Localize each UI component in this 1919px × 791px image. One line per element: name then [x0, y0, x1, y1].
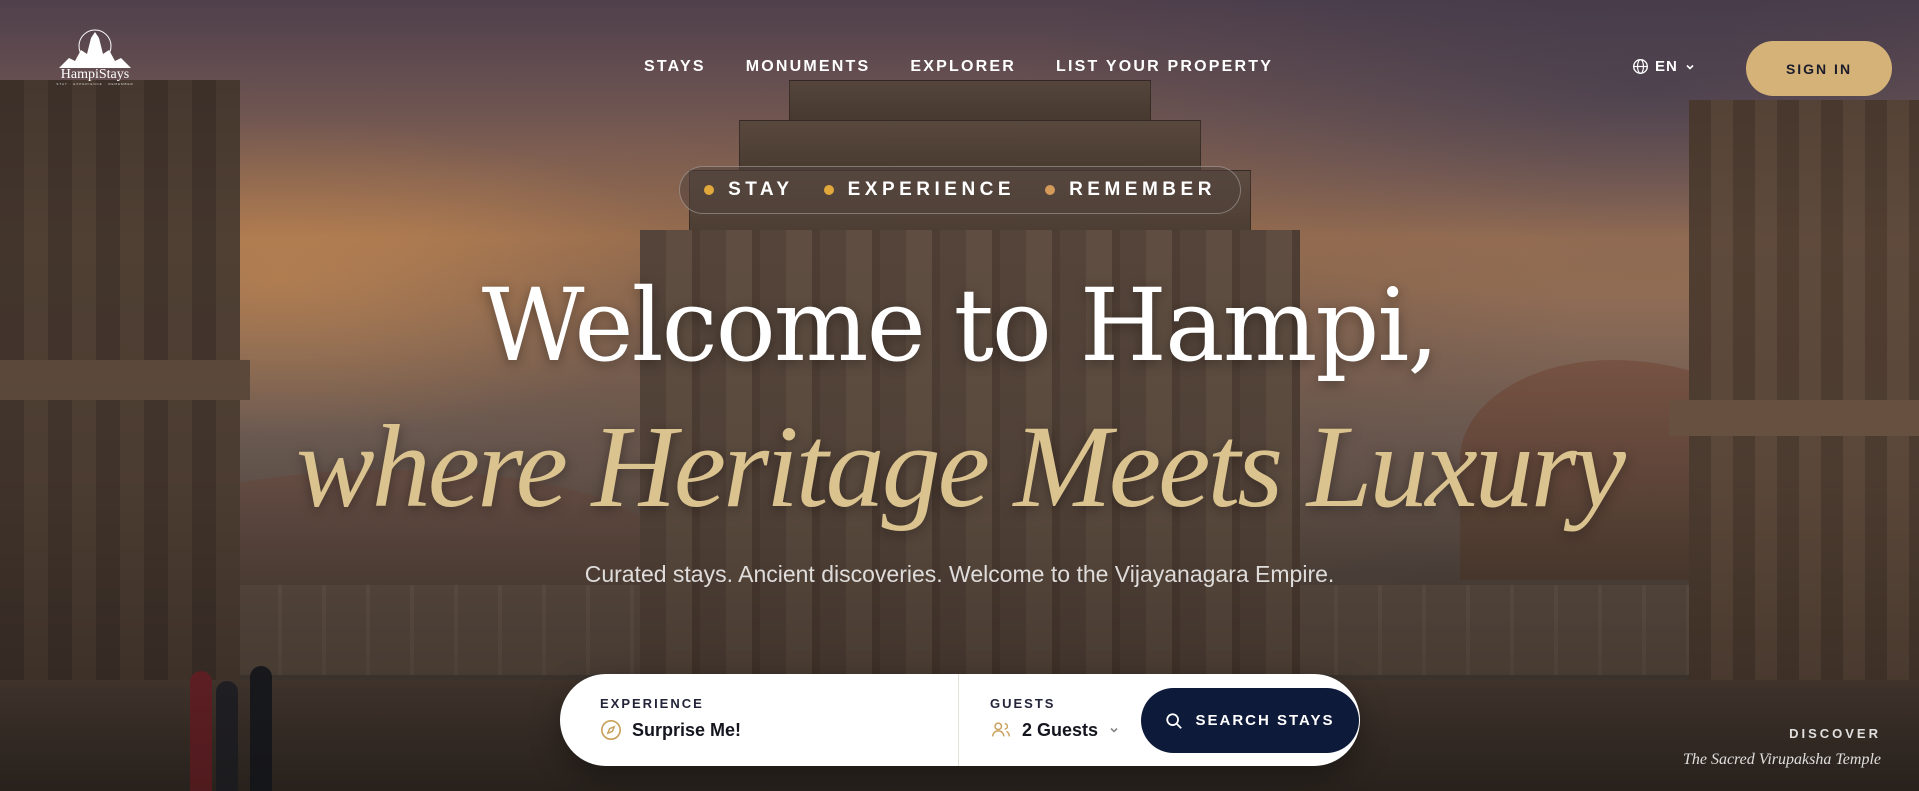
nav-list-your-property[interactable]: LIST YOUR PROPERTY — [1056, 58, 1273, 76]
temple-silhouette-logo — [59, 29, 131, 68]
chevron-down-icon — [1686, 64, 1694, 70]
compass-icon — [601, 720, 621, 740]
search-bar: EXPERIENCE Surprise Me! GUESTS 2 Guests — [560, 674, 1360, 766]
guests-field[interactable]: GUESTS 2 Guests — [990, 696, 1120, 741]
globe-icon — [1633, 59, 1648, 74]
discover-title: The Sacred Virupaksha Temple — [1682, 751, 1881, 768]
sign-in-button[interactable]: SIGN IN — [1746, 41, 1892, 96]
discover-kicker: DISCOVER — [1789, 726, 1881, 741]
field-divider — [958, 674, 959, 766]
pill-item: STAY — [704, 179, 794, 201]
chevron-down-icon — [1110, 727, 1118, 733]
experience-field[interactable]: EXPERIENCE Surprise Me! — [600, 696, 741, 741]
experience-label: EXPERIENCE — [600, 696, 704, 711]
search-button-label: SEARCH STAYS — [1195, 712, 1335, 729]
hero-overlay — [0, 0, 1919, 791]
brand-logo[interactable]: HampiStays STAY · EXPERIENCE · REMEMBER — [50, 28, 140, 98]
guests-value: 2 Guests — [1022, 719, 1099, 740]
pill-label: REMEMBER — [1069, 179, 1216, 200]
hero-subtitle: Curated stays. Ancient discoveries. Welc… — [584, 561, 1335, 587]
pill-label: EXPERIENCE — [847, 179, 1016, 200]
language-value: EN — [1655, 58, 1678, 75]
pill-label: STAY — [728, 179, 794, 200]
main-nav: STAYS MONUMENTS EXPLORER LIST YOUR PROPE… — [644, 58, 1273, 76]
brand-tagline: STAY · EXPERIENCE · REMEMBER — [56, 82, 134, 86]
pill-item: REMEMBER — [1045, 179, 1216, 201]
discover-caption[interactable]: DISCOVER The Sacred Virupaksha Temple — [1683, 726, 1881, 769]
hero-title-accent: where Heritage Meets Luxury — [296, 401, 1626, 532]
language-selector[interactable]: EN — [1632, 58, 1696, 75]
dot-icon — [704, 185, 715, 195]
search-icon — [1166, 712, 1183, 729]
dot-icon — [1045, 185, 1056, 195]
users-icon — [992, 722, 1010, 737]
experience-value: Surprise Me! — [632, 719, 742, 740]
hero-background — [0, 0, 1919, 791]
search-stays-button[interactable]: SEARCH STAYS — [1141, 688, 1359, 753]
nav-monuments[interactable]: MONUMENTS — [746, 58, 871, 76]
nav-stays[interactable]: STAYS — [644, 58, 706, 76]
guests-label: GUESTS — [990, 696, 1056, 711]
brand-name: HampiStays — [60, 67, 130, 82]
hero-title: Welcome to Hampi, — [481, 267, 1439, 384]
dot-icon — [823, 185, 834, 195]
pill-item: EXPERIENCE — [823, 179, 1016, 201]
tagline-pill: STAY EXPERIENCE REMEMBER — [679, 166, 1241, 214]
nav-explorer[interactable]: EXPLORER — [910, 58, 1016, 76]
